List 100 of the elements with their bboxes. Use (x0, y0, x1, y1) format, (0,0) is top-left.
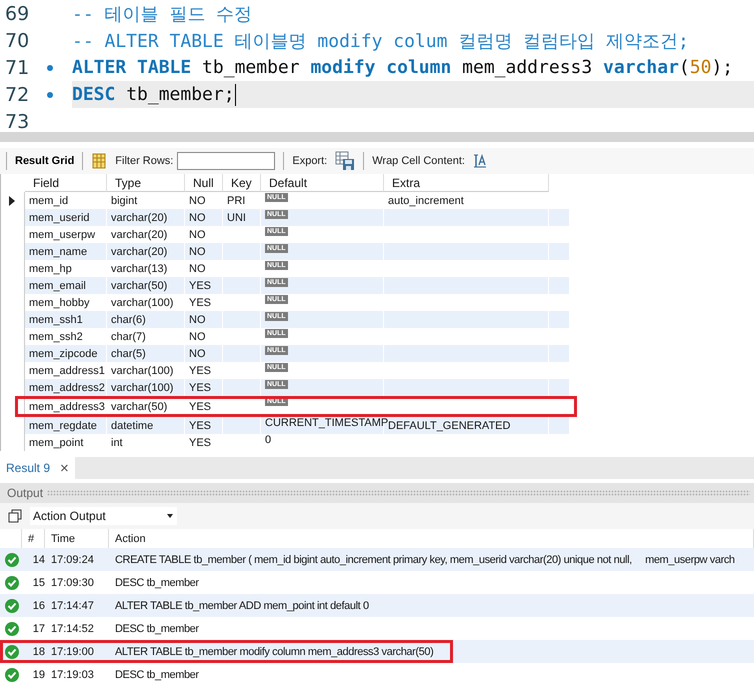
wrap-label: Wrap Cell Content: (372, 155, 465, 167)
success-check-icon (5, 598, 19, 612)
table-cell: varchar(50) (111, 400, 168, 412)
export-icon[interactable] (335, 151, 356, 171)
table-cell: YES (189, 296, 212, 308)
success-check-icon (5, 576, 19, 590)
success-check-icon (5, 622, 19, 636)
table-cell: ALTER TABLE tb_member modify column mem_address3 varchar(50) (115, 646, 434, 658)
table-cell: NO (189, 194, 206, 206)
table-cell: char(7) (111, 330, 146, 342)
panel-title: Output (7, 486, 44, 500)
table-cell: CREATE TABLE tb_member ( mem_id bigint auto_increment primary key, mem_userid varchar(20) unique not null, mem_userpw varch (115, 554, 735, 566)
column-header[interactable]: Field (33, 176, 60, 190)
table-cell: mem_userpw (29, 228, 96, 240)
table-cell: mem_point (29, 436, 84, 448)
export-label: Export: (292, 155, 328, 167)
filter-field[interactable] (177, 152, 276, 170)
table-row[interactable]: 17 17:14:52 DESC tb_member (0, 617, 754, 640)
table-cell: char(6) (111, 314, 146, 326)
table-cell: NO (189, 314, 206, 326)
editor-line[interactable]: 70 -- ALTER TABLE 테이블명 modify colum 컬럼명 컬럼타입 제약조건; (0, 27, 754, 54)
code-line: DESC tb_member; (72, 84, 235, 105)
table-cell: mem_ssh1 (29, 314, 83, 326)
table-cell: NO (189, 348, 206, 360)
table-cell: DEFAULT_GENERATED (388, 420, 510, 432)
success-check-icon (5, 552, 19, 566)
table-cell: mem_address2 (29, 382, 105, 394)
table-cell: varchar(50) (111, 280, 168, 292)
copy-icon[interactable] (8, 509, 22, 523)
table-cell: PRI (227, 194, 246, 206)
table-row[interactable]: mem_point int YES 0 (1, 434, 569, 451)
table-cell: varchar(100) (111, 382, 174, 394)
column-header[interactable]: Action (115, 532, 146, 544)
table-cell: NO (189, 262, 206, 274)
table-cell: 16 (32, 600, 45, 612)
line-number: 69 (4, 2, 30, 24)
table-row[interactable]: 19 17:19:03 DESC tb_member (0, 663, 754, 686)
result-grid-tab[interactable]: Result Grid (15, 155, 74, 167)
column-header[interactable]: # (28, 532, 34, 544)
table-cell: YES (189, 280, 212, 292)
table-row[interactable]: 15 17:09:30 DESC tb_member (0, 571, 754, 594)
table-cell: DESC tb_member (115, 576, 199, 588)
table-cell: NO (189, 330, 206, 342)
table-cell: 17:14:47 (51, 600, 94, 612)
column-header[interactable]: Extra (392, 176, 420, 190)
horizontal-scrollbar[interactable] (0, 132, 754, 142)
table-cell: varchar(100) (111, 364, 174, 376)
editor-line[interactable]: 71 ALTER TABLE tb_member modify column mem_address3 varchar(50); (0, 54, 754, 81)
line-number: 71 (4, 56, 30, 78)
column-header[interactable]: Default (269, 176, 308, 190)
line-number: 70 (4, 30, 30, 52)
table-cell: mem_regdate (29, 420, 97, 432)
table-cell: NO (189, 212, 206, 224)
table-cell: YES (189, 382, 212, 394)
dropdown-caret-icon (167, 514, 173, 518)
output-dropdown[interactable]: Action Output (30, 507, 177, 525)
table-cell: ALTER TABLE tb_member ADD mem_point int default 0 (115, 600, 369, 612)
table-cell: 15 (32, 576, 45, 588)
table-cell: 0 (265, 434, 272, 446)
table-cell: 17:14:52 (51, 622, 94, 634)
table-cell: 17 (32, 622, 45, 634)
table-cell: 19 (32, 668, 45, 680)
table-cell: mem_address3 (29, 400, 105, 412)
editor-line[interactable]: 73 (0, 108, 754, 132)
table-cell: YES (189, 400, 212, 412)
close-icon[interactable]: × (60, 460, 69, 476)
editor-line[interactable]: 69 -- 테이블 필드 수정 (0, 0, 754, 27)
result-tab[interactable]: Result 9 × (0, 457, 75, 479)
table-cell: DESC tb_member (115, 622, 199, 634)
table-cell: mem_id (29, 194, 68, 206)
table-cell: 17:19:03 (51, 668, 94, 680)
table-cell: 18 (32, 646, 45, 658)
table-row[interactable]: 18 17:19:00 ALTER TABLE tb_member modify column mem_address3 varchar(50) (0, 640, 754, 663)
wrap-text-icon[interactable] (472, 154, 487, 168)
table-row[interactable]: 14 17:09:24 CREATE TABLE tb_member ( mem_id bigint auto_increment primary key, mem_userid varchar(20) unique not null, mem_userpw varch (0, 548, 754, 571)
table-cell: varchar(13) (111, 262, 168, 274)
table-cell: datetime (111, 420, 154, 432)
table-cell: YES (189, 436, 212, 448)
table-cell: DESC tb_member (115, 668, 199, 680)
column-header[interactable]: Time (51, 532, 76, 544)
table-cell: auto_increment (388, 194, 464, 206)
filter-label: Filter Rows: (115, 155, 174, 167)
code-line: ALTER TABLE tb_member modify column mem_address3 varchar(50); (72, 57, 734, 78)
table-cell: varchar(100) (111, 296, 174, 308)
table-cell: 17:19:00 (51, 646, 94, 658)
table-cell: UNI (227, 212, 246, 224)
table-cell: mem_hp (29, 262, 72, 274)
success-check-icon (5, 644, 19, 658)
table-cell: varchar(20) (111, 212, 168, 224)
grid-view-icon[interactable] (91, 153, 108, 169)
table-row[interactable]: 16 17:14:47 ALTER TABLE tb_member ADD mem_point int default 0 (0, 594, 754, 617)
code-line: -- ALTER TABLE 테이블명 modify colum 컬럼명 컬럼타입 제약조건; (72, 30, 689, 52)
column-header[interactable]: Key (231, 176, 252, 190)
column-header[interactable]: Type (115, 176, 142, 190)
table-cell: mem_address1 (29, 364, 105, 376)
column-header[interactable]: Null (193, 176, 214, 190)
table-cell: YES (189, 420, 212, 432)
table-cell: bigint (111, 194, 138, 206)
table-cell: 17:09:24 (51, 554, 94, 566)
table-cell: 14 (32, 554, 45, 566)
